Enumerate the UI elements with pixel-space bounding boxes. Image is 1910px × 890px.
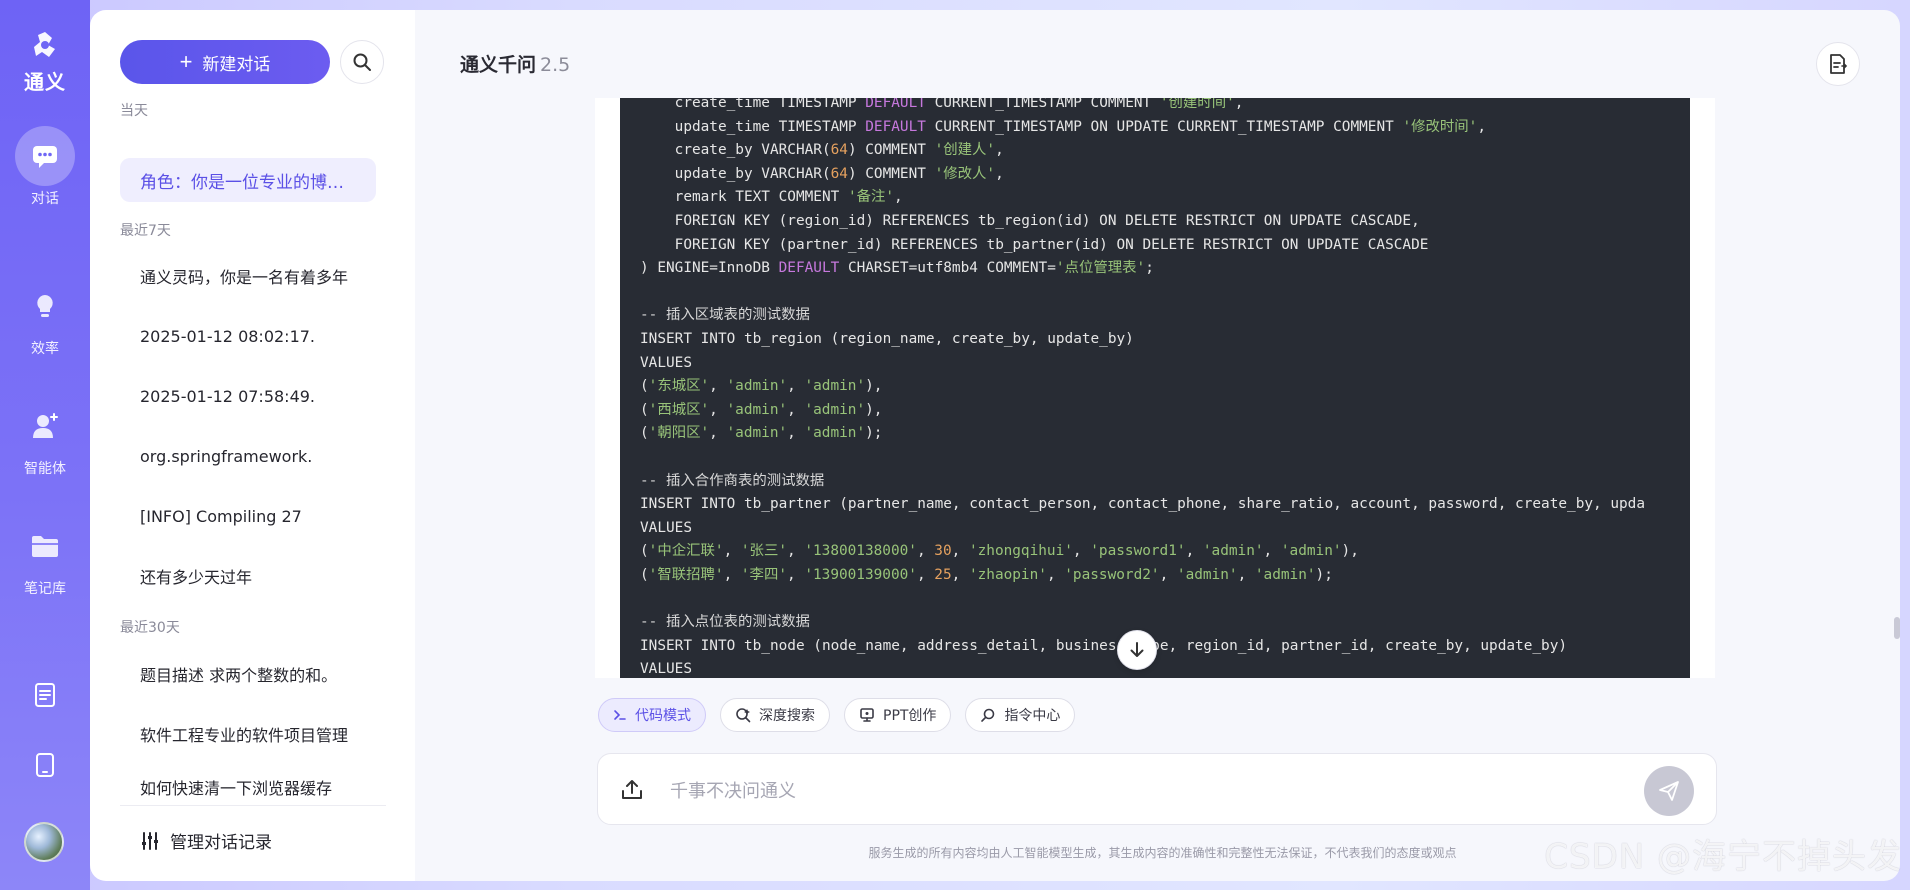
csdn-watermark: CSDN @海宁不掉头发 bbox=[1544, 837, 1902, 877]
code-line: FOREIGN KEY (region_id) REFERENCES tb_re… bbox=[640, 212, 1420, 229]
new-chat-button[interactable]: + 新建对话 bbox=[120, 40, 330, 84]
chat-icon bbox=[33, 146, 57, 168]
conversation-item[interactable]: [INFO] Compiling 27 bbox=[120, 494, 376, 538]
document-icon bbox=[35, 683, 55, 707]
code-line: -- 插入点位表的测试数据 bbox=[640, 614, 810, 631]
conversation-item[interactable]: 题目描述 求两个整数的和。 bbox=[120, 652, 376, 696]
phone-icon bbox=[36, 753, 54, 777]
terminal-icon bbox=[614, 710, 626, 720]
section-last7: 最近7天 bbox=[120, 223, 171, 239]
conversation-item[interactable]: 还有多少天过年 bbox=[120, 554, 376, 598]
rail-item-label: 效率 bbox=[31, 341, 59, 357]
conversation-item[interactable]: org.springframework. bbox=[120, 434, 376, 478]
code-line: remark TEXT COMMENT '备注', bbox=[640, 189, 903, 206]
chat-input[interactable] bbox=[668, 772, 1572, 810]
code-line: VALUES bbox=[640, 354, 692, 371]
brand-logo[interactable]: 通义 bbox=[0, 30, 90, 95]
sliders-icon bbox=[142, 831, 158, 850]
document-button[interactable] bbox=[30, 680, 60, 710]
mobile-app-button[interactable] bbox=[30, 750, 60, 780]
code-line: update_by VARCHAR(64) COMMENT '修改人', bbox=[640, 165, 1004, 182]
plus-icon: + bbox=[179, 49, 193, 74]
manage-history-label: 管理对话记录 bbox=[170, 833, 272, 853]
rail-item-label: 笔记库 bbox=[24, 581, 66, 597]
answer-card: create_time TIMESTAMP DEFAULT CURRENT_TI… bbox=[595, 98, 1715, 678]
code-line: FOREIGN KEY (partner_id) REFERENCES tb_p… bbox=[640, 236, 1429, 253]
new-chat-label: 新建对话 bbox=[202, 54, 271, 74]
conversation-item[interactable]: 软件工程专业的软件项目管理 bbox=[120, 712, 376, 756]
code-content: create_time TIMESTAMP DEFAULT CURRENT_TI… bbox=[620, 98, 1690, 678]
code-line: ('西城区', 'admin', 'admin'), bbox=[640, 401, 883, 418]
conversation-item[interactable]: 2025-01-12 08:02:17. bbox=[120, 314, 376, 358]
rail-item-label: 对话 bbox=[31, 191, 59, 207]
code-line: ) ENGINE=InnoDB DEFAULT CHARSET=utf8mb4 … bbox=[640, 260, 1154, 277]
code-line: create_by VARCHAR(64) COMMENT '创建人', bbox=[640, 142, 1004, 159]
scroll-to-bottom-button[interactable] bbox=[1117, 630, 1157, 670]
section-last30: 最近30天 bbox=[120, 620, 180, 636]
conversation-sidebar: + 新建对话 当天 角色：你是一位专业的博客写作专家 最近7天 通义灵码，你是一… bbox=[90, 10, 415, 881]
code-line: -- 插入合作商表的测试数据 bbox=[640, 472, 825, 489]
command-icon bbox=[981, 708, 995, 722]
folder-icon bbox=[32, 536, 58, 557]
send-icon bbox=[1659, 781, 1679, 801]
rail-item-agent[interactable]: 智能体 bbox=[0, 396, 90, 478]
tool-bar: 代码模式 深度搜索 PPT创作 指令中心 bbox=[598, 698, 1076, 732]
code-line: update_time TIMESTAMP DEFAULT CURRENT_TI… bbox=[640, 118, 1486, 135]
model-version: 2.5 bbox=[540, 54, 571, 76]
code-line: ('中企汇联', '张三', '13800138000', 30, 'zhong… bbox=[640, 543, 1359, 560]
tool-deep-search[interactable]: 深度搜索 bbox=[720, 698, 830, 732]
code-line: INSERT INTO tb_node (node_name, address_… bbox=[640, 637, 1568, 654]
code-line: VALUES bbox=[640, 519, 692, 536]
search-button[interactable] bbox=[340, 40, 384, 84]
tool-command-center[interactable]: 指令中心 bbox=[965, 698, 1076, 732]
user-avatar[interactable] bbox=[24, 822, 64, 862]
export-button[interactable] bbox=[1816, 42, 1860, 86]
send-button[interactable] bbox=[1644, 766, 1694, 816]
scrollbar-thumb[interactable] bbox=[1894, 617, 1900, 639]
rail-item-efficiency[interactable]: 效率 bbox=[0, 276, 90, 358]
brand-name: 通义 bbox=[24, 70, 66, 94]
search-icon bbox=[353, 53, 371, 71]
rail-item-chat[interactable]: 对话 bbox=[0, 126, 90, 208]
tool-ppt[interactable]: PPT创作 bbox=[844, 698, 952, 732]
sidebar-divider bbox=[120, 805, 386, 806]
chat-input-box bbox=[597, 753, 1717, 825]
upload-button[interactable] bbox=[618, 776, 646, 804]
section-today: 当天 bbox=[120, 103, 148, 119]
code-block[interactable]: create_time TIMESTAMP DEFAULT CURRENT_TI… bbox=[620, 98, 1690, 678]
tongyi-logo-icon bbox=[34, 32, 55, 57]
code-line: VALUES bbox=[640, 661, 692, 678]
code-line: ('智联招聘', '李四', '13900139000', 25, 'zhaop… bbox=[640, 566, 1333, 583]
code-line: INSERT INTO tb_region (region_name, crea… bbox=[640, 330, 1134, 347]
conversation-item[interactable]: 2025-01-12 07:58:49. bbox=[120, 374, 376, 418]
deep-search-icon bbox=[736, 708, 751, 723]
lightbulb-icon bbox=[37, 295, 53, 317]
rail-item-notes[interactable]: 笔记库 bbox=[0, 516, 90, 598]
conversation-item[interactable]: 角色：你是一位专业的博客写作专家 bbox=[120, 158, 376, 202]
app-rail: 通义 对话 效率 智能体 笔记库 bbox=[0, 0, 90, 890]
code-line: ('东城区', 'admin', 'admin'), bbox=[640, 378, 883, 395]
arrow-down-icon bbox=[1130, 642, 1144, 657]
main-panel: 通义千问 2.5 create_time TIMESTAMP DEFAULT CU… bbox=[415, 10, 1900, 881]
code-line: INSERT INTO tb_partner (partner_name, co… bbox=[640, 496, 1646, 513]
code-line: create_time TIMESTAMP DEFAULT CURRENT_TI… bbox=[640, 98, 1244, 111]
page-title: 通义千问 2.5 bbox=[460, 54, 571, 76]
rail-item-label: 智能体 bbox=[24, 461, 66, 477]
ppt-icon bbox=[860, 708, 874, 722]
tool-code-mode[interactable]: 代码模式 bbox=[598, 698, 706, 732]
upload-icon bbox=[622, 780, 642, 799]
manage-history-button[interactable]: 管理对话记录 bbox=[140, 828, 272, 853]
code-line: ('朝阳区', 'admin', 'admin'); bbox=[640, 425, 883, 442]
conversation-item[interactable]: 通义灵码，你是一名有着多年 bbox=[120, 254, 376, 298]
export-document-icon bbox=[1830, 54, 1848, 74]
conversation-item[interactable]: 如何快速清一下浏览器缓存 bbox=[120, 772, 376, 802]
code-line: -- 插入区域表的测试数据 bbox=[640, 307, 810, 324]
agent-icon bbox=[33, 413, 58, 438]
